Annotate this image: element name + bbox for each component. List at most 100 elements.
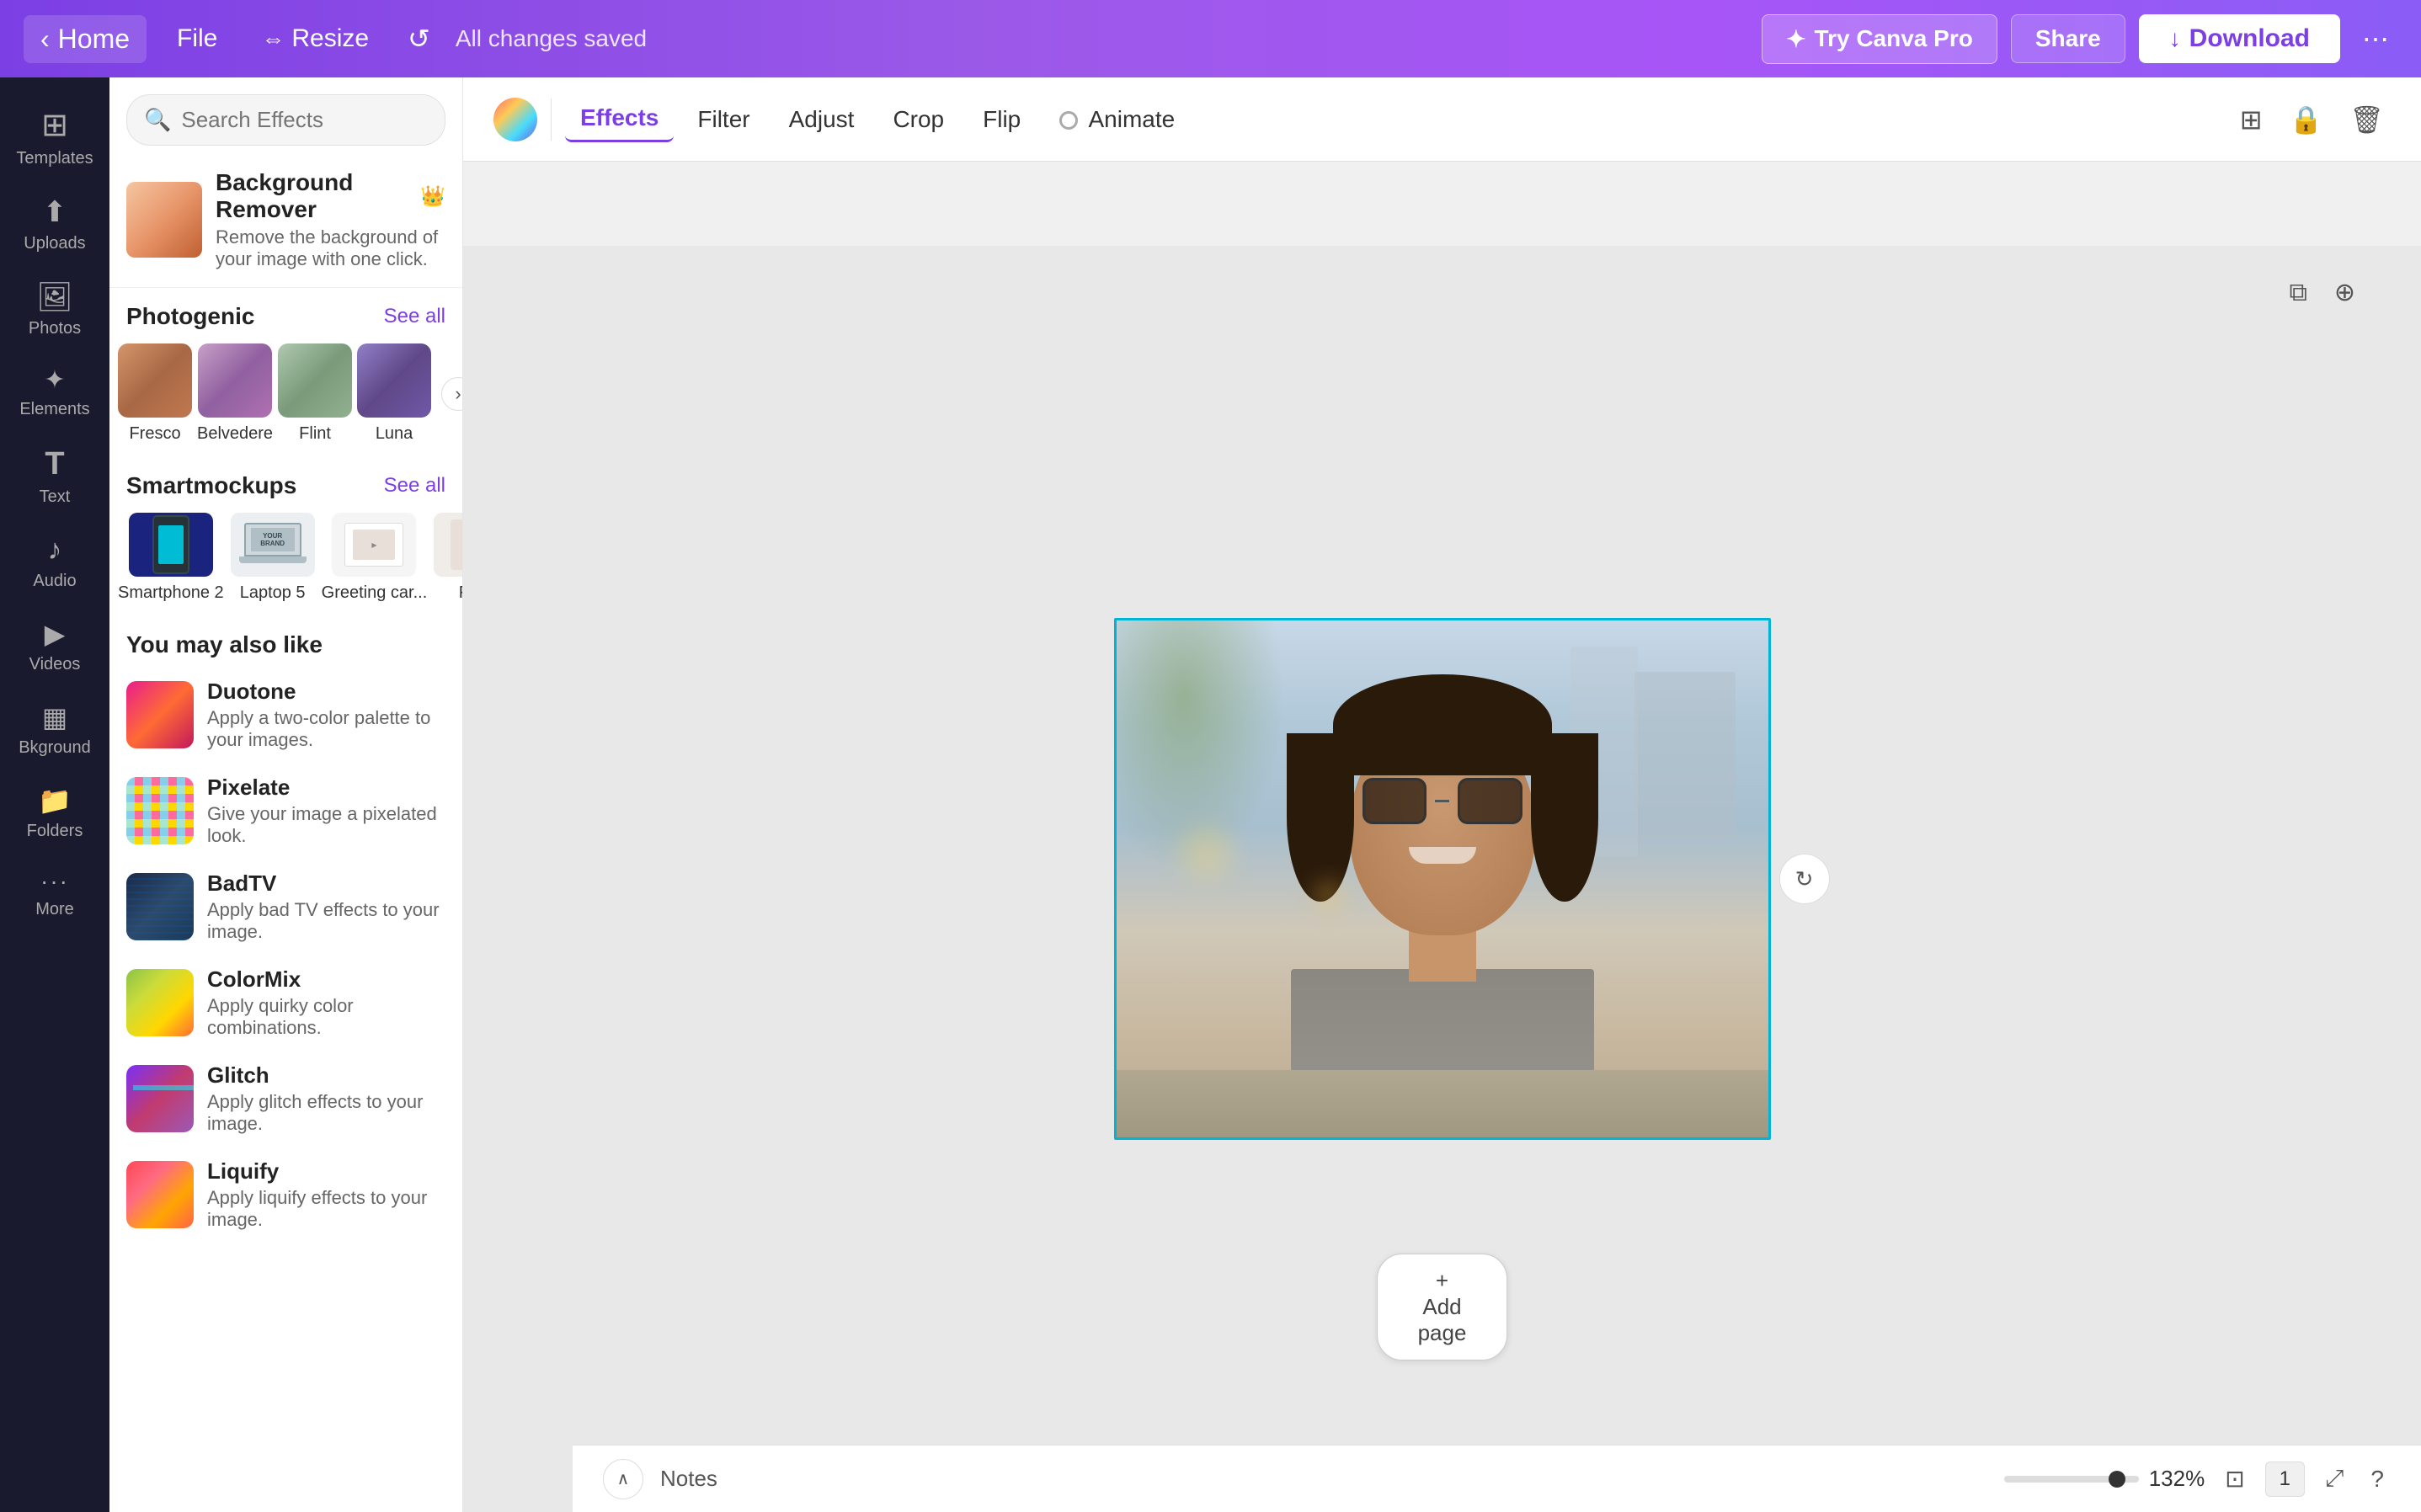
glitch-thumbnail — [126, 1065, 194, 1132]
chevron-left-icon: ‹ — [40, 24, 50, 55]
search-box: 🔍 — [126, 94, 445, 146]
add-page-button[interactable]: + Add page — [1377, 1254, 1508, 1360]
undo-button[interactable]: ↺ — [399, 14, 439, 63]
more-options-button[interactable]: ⋯ — [2354, 14, 2397, 63]
fran-thumbnail — [434, 513, 462, 577]
elements-icon: ✦ — [44, 365, 65, 395]
sidebar-item-text[interactable]: T Text — [0, 434, 109, 519]
try-pro-button[interactable]: ✦ Try Canva Pro — [1762, 14, 1997, 64]
smartphone2-thumbnail — [129, 513, 213, 577]
sidebar-item-folders[interactable]: 📁 Folders — [0, 773, 109, 853]
collapse-notes-btn[interactable]: ∧ — [603, 1459, 643, 1499]
background-remover-item[interactable]: Background Remover 👑 Remove the backgrou… — [109, 157, 462, 288]
uploads-icon: ⬆ — [43, 195, 67, 229]
animate-toolbar-btn[interactable]: Animate — [1044, 98, 1190, 141]
duotone-description: Apply a two-color palette to your images… — [207, 707, 445, 751]
duotone-title: Duotone — [207, 679, 445, 705]
text-label: Text — [40, 487, 71, 507]
filter-flint[interactable]: Flint — [278, 343, 352, 444]
sidebar-item-background[interactable]: ▦ Bkground — [0, 689, 109, 769]
secondary-toolbar: Effects Filter Adjust Crop Flip Animate … — [463, 77, 2421, 162]
flint-label: Flint — [299, 424, 331, 444]
sidebar-item-uploads[interactable]: ⬆ Uploads — [0, 184, 109, 265]
luna-thumbnail — [357, 343, 431, 418]
mockup-greeting-card[interactable]: ▶ Greeting car... — [322, 513, 428, 603]
toolbar-separator — [551, 98, 552, 141]
duotone-thumbnail — [126, 681, 194, 748]
content-wrapper: 🔍 Background Remover 👑 Remove the backgr… — [109, 77, 2421, 1512]
filter-fresco[interactable]: Fresco — [118, 343, 192, 444]
download-button[interactable]: ↓ Download — [2139, 14, 2340, 63]
search-icon: 🔍 — [144, 107, 171, 133]
lock-icon-btn[interactable]: 🔒 — [2283, 97, 2330, 142]
you-may-also-like-title: You may also like — [126, 631, 323, 658]
try-pro-label: Try Canva Pro — [1815, 25, 1973, 52]
bottom-bar: ∧ Notes 132% ⊡ 1 ⤢ ? — [573, 1445, 2421, 1512]
grid-icon-btn[interactable]: ⊞ — [2233, 97, 2269, 142]
help-btn[interactable]: ? — [2364, 1459, 2391, 1499]
resize-label: Resize — [291, 24, 369, 53]
filter-luna[interactable]: Luna — [357, 343, 431, 444]
notes-label: Notes — [660, 1466, 717, 1492]
laptop5-thumbnail: YOUR BRAND — [231, 513, 315, 577]
home-label: Home — [58, 24, 130, 55]
sidebar-item-more[interactable]: ··· More — [0, 856, 109, 931]
fresco-thumbnail — [118, 343, 192, 418]
refresh-button[interactable]: ↻ — [1779, 854, 1830, 904]
effect-badtv[interactable]: BadTV Apply bad TV effects to your image… — [109, 859, 462, 955]
file-button[interactable]: File — [163, 16, 231, 61]
zoom-slider[interactable] — [2004, 1476, 2139, 1483]
liquify-info: Liquify Apply liquify effects to your im… — [207, 1158, 445, 1231]
effect-glitch[interactable]: Glitch Apply glitch effects to your imag… — [109, 1051, 462, 1147]
uploads-label: Uploads — [24, 234, 85, 253]
page-fit-btn[interactable]: ⊡ — [2218, 1458, 2251, 1499]
sidebar-item-videos[interactable]: ▶ Videos — [0, 606, 109, 686]
search-box-wrap: 🔍 — [109, 77, 462, 157]
filter-toolbar-btn[interactable]: Filter — [682, 98, 765, 141]
belvedere-label: Belvedere — [197, 424, 273, 444]
photos-label: Photos — [29, 319, 81, 338]
crop-toolbar-btn[interactable]: Crop — [877, 98, 959, 141]
background-label: Bkground — [19, 738, 91, 758]
flip-toolbar-btn[interactable]: Flip — [968, 98, 1036, 141]
resize-button[interactable]: ⇔ Resize — [248, 16, 382, 61]
smartmockups-see-all[interactable]: See all — [384, 474, 445, 498]
color-picker[interactable] — [493, 98, 537, 141]
mockup-fran[interactable]: Fran — [434, 513, 462, 603]
colormix-title: ColorMix — [207, 966, 445, 993]
share-button[interactable]: Share — [2011, 14, 2125, 63]
mockup-laptop5[interactable]: YOUR BRAND Laptop 5 — [231, 513, 315, 603]
photogenic-title: Photogenic — [126, 303, 254, 330]
trash-icon-btn[interactable]: 🗑 — [2343, 97, 2391, 142]
folders-label: Folders — [27, 822, 83, 841]
crown-icon: ✦ — [1786, 25, 1805, 53]
sidebar-item-audio[interactable]: ♪ Audio — [0, 522, 109, 603]
sidebar-item-photos[interactable]: 🖼 Photos — [0, 269, 109, 350]
duplicate-canvas-btn[interactable]: ⧉ — [2282, 271, 2313, 314]
home-button[interactable]: ‹ Home — [24, 15, 147, 63]
filter-belvedere[interactable]: Belvedere — [197, 343, 273, 444]
sidebar-item-templates[interactable]: ⊞ Templates — [0, 94, 109, 180]
search-input[interactable] — [181, 107, 428, 133]
background-icon: ▦ — [42, 701, 67, 733]
topbar-left: ‹ Home File ⇔ Resize ↺ All changes saved — [24, 14, 647, 63]
mockup-smartphone2[interactable]: Smartphone 2 — [118, 513, 224, 603]
filters-next-button[interactable]: › — [441, 377, 462, 411]
greeting-card-label: Greeting car... — [322, 583, 428, 603]
fullscreen-btn[interactable]: ⤢ — [2318, 1458, 2350, 1499]
effect-pixelate[interactable]: Pixelate Give your image a pixelated loo… — [109, 763, 462, 859]
laptop5-label: Laptop 5 — [240, 583, 306, 603]
smartmockups-header: Smartmockups See all — [109, 457, 462, 508]
effect-liquify[interactable]: Liquify Apply liquify effects to your im… — [109, 1147, 462, 1243]
effect-colormix[interactable]: ColorMix Apply quirky color combinations… — [109, 955, 462, 1051]
effects-toolbar-btn[interactable]: Effects — [565, 96, 674, 142]
bg-remover-title: Background Remover 👑 — [216, 169, 445, 223]
resize-icon: ⇔ — [261, 25, 285, 52]
audio-icon: ♪ — [48, 534, 62, 567]
photogenic-see-all[interactable]: See all — [384, 305, 445, 328]
canvas-frame[interactable] — [1114, 618, 1771, 1140]
effect-duotone[interactable]: Duotone Apply a two-color palette to you… — [109, 667, 462, 763]
sidebar-item-elements[interactable]: ✦ Elements — [0, 354, 109, 431]
adjust-toolbar-btn[interactable]: Adjust — [774, 98, 870, 141]
add-page-top-btn[interactable]: ⊕ — [2328, 271, 2362, 314]
